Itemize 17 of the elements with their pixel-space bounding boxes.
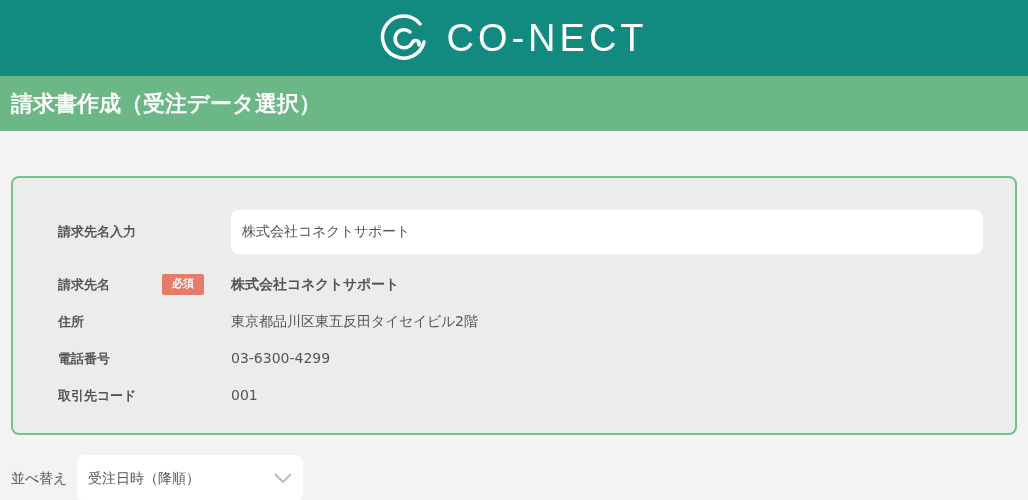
field-label: 請求先名入力 [58,223,137,242]
field-value: 東京都品川区東五反田タイセイビル2階 [231,312,478,331]
field-value: 001 [231,386,258,405]
input-field[interactable]: 株式会社コネクトサポート [231,210,983,254]
field-value: 株式会社コネクトサポート [231,275,399,294]
field-label: 請求先名 [58,275,111,294]
required-badge: 必須 [162,274,204,295]
logo-icon [380,14,429,62]
chevron-down-icon [274,473,292,483]
sort-label: 並べ替え [11,468,67,488]
field-value: 03-6300-4299 [231,349,331,368]
field-label: 電話番号 [58,349,111,368]
field-label: 取引先コード [58,386,137,405]
page-title: 請求書作成（受注データ選択） [11,90,321,118]
logo-text: CO-NECT [446,15,648,61]
sort-select[interactable]: 受注日時（降順） [77,455,303,500]
field-label: 住所 [58,312,85,331]
